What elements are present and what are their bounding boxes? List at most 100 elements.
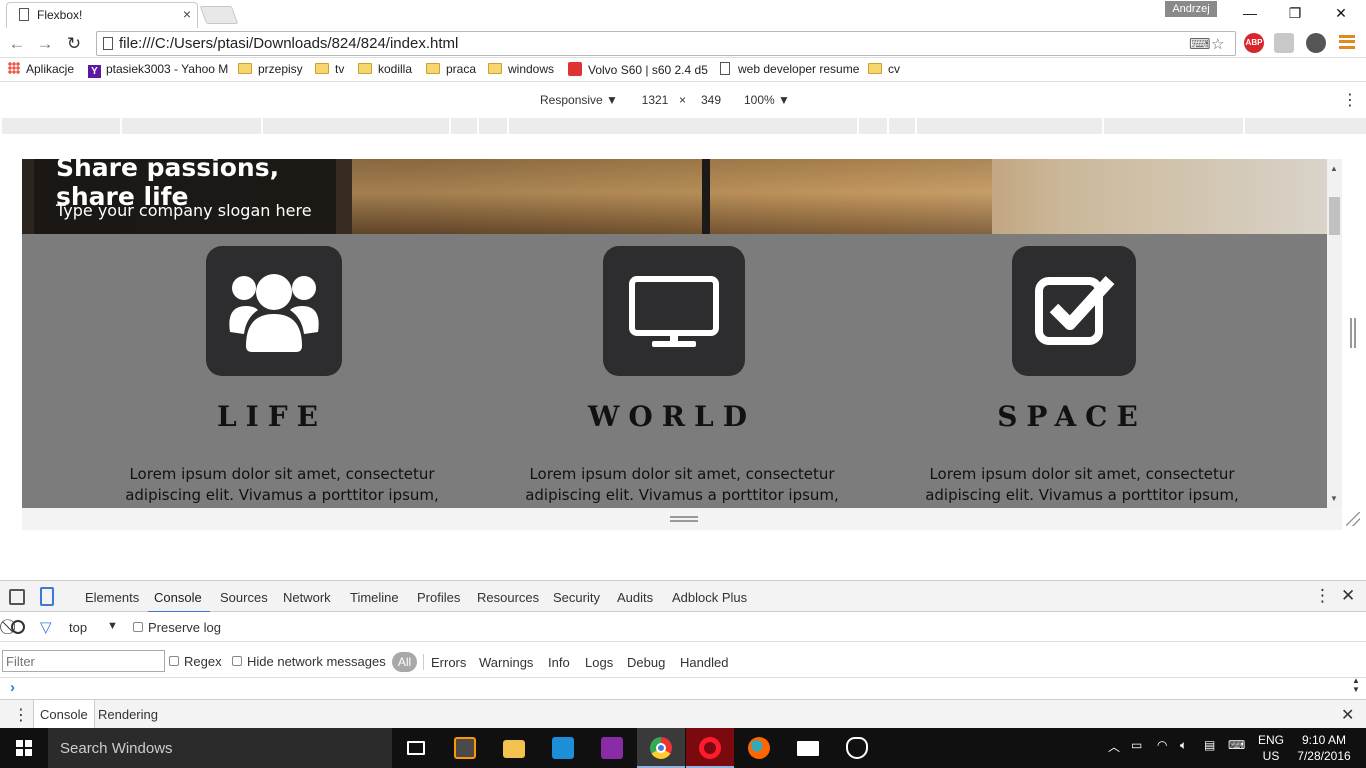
bookmark-folder-praca[interactable]: praca — [426, 62, 476, 76]
filter-icon[interactable]: ▽ — [40, 618, 52, 636]
taskbar-search[interactable]: Search Windows — [48, 728, 392, 768]
bookmark-folder-cv[interactable]: cv — [868, 62, 900, 76]
bookmark-folder-tv[interactable]: tv — [315, 62, 344, 76]
tab-resources[interactable]: Resources — [477, 590, 539, 605]
viewport-scrollbar[interactable]: ▲ ▼ — [1327, 159, 1342, 508]
bookmark-apps[interactable]: Aplikacje — [8, 62, 74, 76]
context-select[interactable]: top — [69, 620, 87, 635]
tab-profiles[interactable]: Profiles — [417, 590, 460, 605]
profile-badge[interactable]: Andrzej — [1165, 1, 1217, 17]
extension-icon[interactable] — [1274, 33, 1294, 53]
tab-security[interactable]: Security — [553, 590, 600, 605]
console-scroll-icon[interactable]: ▲ ▼ — [1352, 676, 1360, 694]
tab-elements[interactable]: Elements — [85, 590, 139, 605]
viewport-width-input[interactable]: 1321 — [635, 90, 675, 110]
back-button[interactable]: ← — [6, 33, 28, 55]
level-debug[interactable]: Debug — [627, 655, 665, 670]
drawer-tab-console[interactable]: Console — [33, 700, 95, 730]
url-input[interactable] — [119, 34, 1179, 53]
checkbox-checked-icon — [1012, 246, 1136, 376]
device-mode-select[interactable]: Responsive ▼ — [540, 93, 618, 107]
tab-close-icon[interactable]: × — [183, 6, 191, 22]
resize-grip-icon[interactable] — [670, 516, 698, 522]
hide-network-checkbox[interactable]: Hide network messages — [232, 654, 386, 669]
new-tab-button[interactable] — [199, 6, 239, 24]
taskbar-clock[interactable]: 9:10 AM 7/28/2016 — [1296, 732, 1352, 764]
level-info[interactable]: Info — [548, 655, 570, 670]
tab-console[interactable]: Console — [148, 590, 210, 613]
bookmark-yahoo[interactable]: Yptasiek3003 - Yahoo M — [88, 62, 228, 78]
viewport-height-resize-bar[interactable] — [22, 508, 1342, 530]
tray-chevron-icon[interactable]: ︿ — [1108, 738, 1120, 755]
taskbar-store[interactable] — [539, 728, 587, 768]
notifications-icon[interactable]: ▤ — [1204, 738, 1215, 752]
console-input-line[interactable]: › ▲ ▼ — [0, 676, 1366, 699]
zoom-select[interactable]: 100% ▼ — [744, 93, 790, 107]
battery-icon[interactable]: ▭ — [1131, 738, 1142, 752]
onenote-icon — [601, 737, 623, 759]
folder-icon — [426, 63, 440, 74]
bookmark-resume[interactable]: web developer resume — [720, 62, 860, 76]
minimize-button[interactable]: — — [1227, 2, 1273, 24]
viewport-width-resize-handle[interactable] — [1350, 318, 1356, 348]
inspect-element-icon[interactable] — [9, 589, 25, 605]
drawer-tab-rendering[interactable]: Rendering — [98, 707, 158, 722]
context-dropdown-icon[interactable]: ▼ — [107, 620, 118, 632]
language-indicator[interactable]: ENG US — [1258, 732, 1284, 764]
omnibox[interactable]: ⌨ ☆ — [96, 31, 1236, 56]
scroll-down-icon[interactable]: ▼ — [1330, 494, 1338, 503]
taskbar-app[interactable] — [833, 728, 881, 768]
taskbar-explorer[interactable] — [490, 728, 538, 768]
restore-button[interactable]: ❐ — [1272, 2, 1318, 24]
taskbar-sublime[interactable] — [441, 728, 489, 768]
preserve-log-checkbox[interactable]: Preserve log — [133, 620, 221, 635]
bookmark-star-icon[interactable]: ☆ — [1211, 35, 1224, 53]
reload-button[interactable]: ↻ — [63, 33, 85, 55]
translate-icon[interactable]: ⌨ — [1189, 35, 1211, 53]
clear-console-icon[interactable] — [11, 620, 25, 634]
level-handled[interactable]: Handled — [680, 655, 728, 670]
tab-sources[interactable]: Sources — [220, 590, 268, 605]
devtools-close-icon[interactable]: ✕ — [1341, 586, 1355, 606]
browser-tab[interactable]: Flexbox! × — [6, 2, 198, 28]
drawer-close-icon[interactable]: ✕ — [1341, 705, 1354, 725]
sync-extension-icon[interactable] — [1306, 33, 1326, 53]
tab-timeline[interactable]: Timeline — [350, 590, 399, 605]
taskbar-opera[interactable] — [686, 728, 734, 768]
taskbar-chrome[interactable] — [637, 728, 685, 768]
bookmark-volvo[interactable]: Volvo S60 | s60 2.4 d5 — [568, 62, 710, 77]
start-button[interactable] — [0, 728, 48, 768]
tab-adblock-plus[interactable]: Adblock Plus — [672, 590, 747, 605]
regex-checkbox[interactable]: Regex — [169, 654, 222, 669]
volume-icon[interactable]: 🔈︎ — [1180, 738, 1187, 753]
level-all[interactable]: All — [392, 652, 417, 672]
menu-icon[interactable] — [1339, 35, 1355, 49]
device-toggle-icon[interactable] — [40, 587, 54, 606]
taskbar-firefox[interactable] — [735, 728, 783, 768]
close-window-button[interactable]: ✕ — [1318, 2, 1364, 24]
level-errors[interactable]: Errors — [431, 655, 466, 670]
drawer-menu-icon[interactable]: ⋮ — [13, 705, 29, 725]
console-filter-input[interactable] — [2, 650, 165, 672]
media-query-bar[interactable] — [2, 118, 1366, 134]
level-warnings[interactable]: Warnings — [479, 655, 533, 670]
level-logs[interactable]: Logs — [585, 655, 613, 670]
keyboard-icon[interactable]: ⌨︎ — [1228, 738, 1245, 752]
viewport-height-input[interactable]: 349 — [691, 90, 731, 110]
bookmark-folder-kodilla[interactable]: kodilla — [358, 62, 412, 76]
adblock-plus-icon[interactable]: ABP — [1244, 33, 1264, 53]
taskbar-mail[interactable] — [784, 728, 832, 768]
task-view-button[interactable] — [392, 728, 440, 768]
scrollbar-thumb[interactable] — [1329, 197, 1340, 235]
taskbar-onenote[interactable] — [588, 728, 636, 768]
bookmark-folder-przepisy[interactable]: przepisy — [238, 62, 303, 76]
tab-audits[interactable]: Audits — [617, 590, 653, 605]
bookmark-folder-windows[interactable]: windows — [488, 62, 554, 76]
wifi-icon[interactable]: ◠ — [1157, 738, 1167, 752]
forward-button[interactable]: → — [34, 33, 56, 55]
device-more-icon[interactable]: ⋮ — [1342, 90, 1358, 110]
devtools-more-icon[interactable]: ⋮ — [1314, 586, 1331, 606]
scroll-up-icon[interactable]: ▲ — [1330, 164, 1338, 173]
corner-resize-icon[interactable] — [1346, 512, 1360, 526]
tab-network[interactable]: Network — [283, 590, 331, 605]
